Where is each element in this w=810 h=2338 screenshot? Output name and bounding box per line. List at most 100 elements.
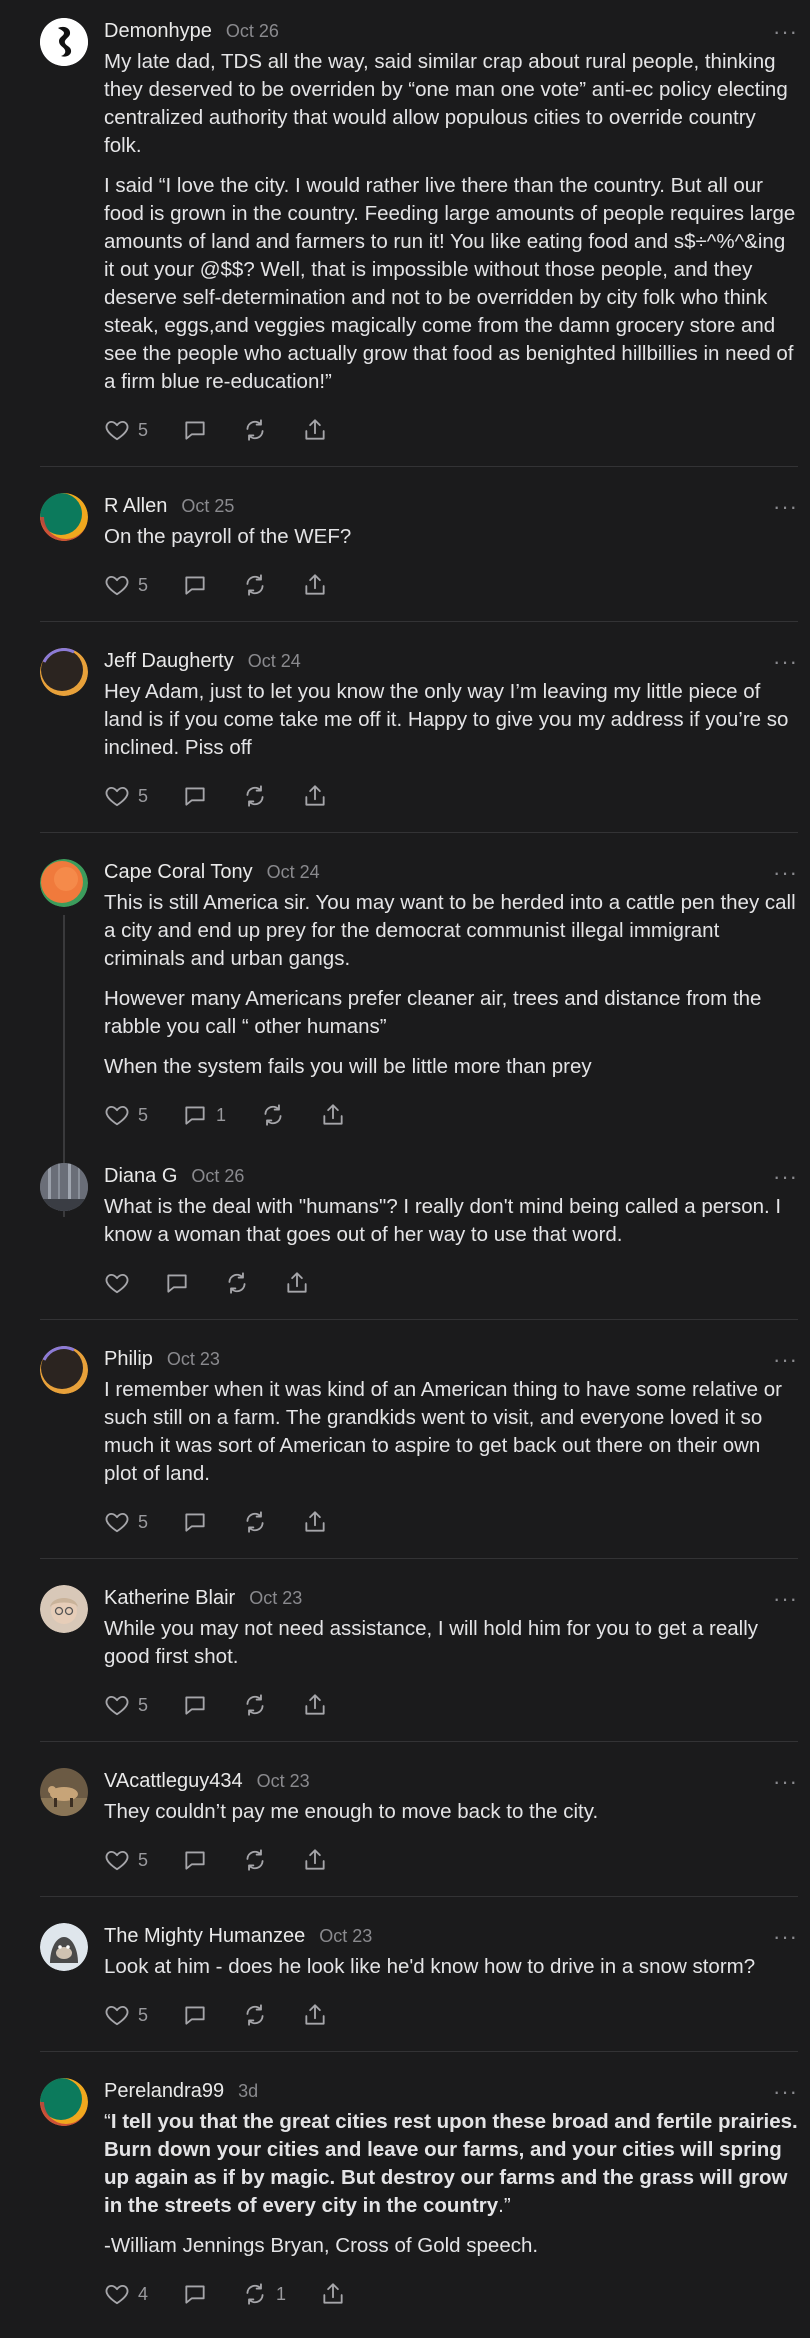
comment-date[interactable]: Oct 23 <box>257 1771 310 1792</box>
paragraph: My late dad, TDS all the way, said simil… <box>104 50 788 157</box>
comment: ··· Katherine Blair Oct 23 While you may… <box>0 1559 810 1725</box>
comment-reply: ··· Diana G Oct 26 What is the deal with… <box>0 1135 810 1303</box>
like-button[interactable]: 5 <box>104 1692 148 1718</box>
share-button[interactable] <box>320 1102 346 1128</box>
reply-button[interactable] <box>182 1847 208 1873</box>
paragraph: I remember when it was kind of an Americ… <box>104 1378 782 1485</box>
restack-button[interactable] <box>224 1270 250 1296</box>
restack-button[interactable] <box>242 1847 268 1873</box>
restack-button[interactable] <box>260 1102 286 1128</box>
share-button[interactable] <box>302 1847 328 1873</box>
more-icon[interactable]: ··· <box>773 2081 798 2103</box>
paragraph: When the system fails you will be little… <box>104 1055 592 1078</box>
share-icon <box>302 783 328 809</box>
like-button[interactable]: 5 <box>104 417 148 443</box>
more-icon[interactable]: ··· <box>773 1166 798 1188</box>
avatar[interactable] <box>40 859 88 907</box>
like-button[interactable] <box>104 1270 130 1296</box>
action-bar: 5 <box>104 1995 798 2035</box>
like-count: 5 <box>138 574 149 595</box>
reply-button[interactable] <box>182 1692 208 1718</box>
avatar[interactable] <box>40 1768 88 1816</box>
author-name[interactable]: Jeff Daugherty <box>104 650 234 673</box>
more-icon[interactable]: ··· <box>773 1926 798 1948</box>
reply-button[interactable]: 1 <box>182 1102 226 1128</box>
share-button[interactable] <box>302 572 328 598</box>
avatar[interactable] <box>40 1163 88 1211</box>
restack-button[interactable] <box>242 572 268 598</box>
action-bar: 5 <box>104 1502 798 1542</box>
like-button[interactable]: 5 <box>104 1102 148 1128</box>
more-icon[interactable]: ··· <box>773 862 798 884</box>
avatar[interactable] <box>40 648 88 696</box>
comment-date[interactable]: Oct 24 <box>248 651 301 672</box>
more-icon[interactable]: ··· <box>773 1349 798 1371</box>
author-name[interactable]: Perelandra99 <box>104 2080 224 2103</box>
reply-button[interactable] <box>182 417 208 443</box>
like-count: 5 <box>138 785 149 806</box>
more-icon[interactable]: ··· <box>773 496 798 518</box>
reply-button[interactable] <box>182 2281 208 2307</box>
paragraph: They couldn’t pay me enough to move back… <box>104 1800 599 1823</box>
reply-button[interactable] <box>182 1509 208 1535</box>
like-button[interactable]: 5 <box>104 572 148 598</box>
reply-button[interactable] <box>164 1270 190 1296</box>
share-button[interactable] <box>302 417 328 443</box>
share-button[interactable] <box>302 1509 328 1535</box>
share-button[interactable] <box>284 1270 310 1296</box>
share-icon <box>302 572 328 598</box>
share-button[interactable] <box>302 2002 328 2028</box>
more-icon[interactable]: ··· <box>773 21 798 43</box>
comment: ··· VAcattleguy434 Oct 23 They couldn’t … <box>0 1742 810 1880</box>
share-button[interactable] <box>302 1692 328 1718</box>
comment-date[interactable]: Oct 26 <box>226 21 279 42</box>
restack-button[interactable] <box>242 417 268 443</box>
avatar[interactable] <box>40 493 88 541</box>
paragraph: I said “I love the city. I would rather … <box>104 174 796 393</box>
author-name[interactable]: Philip <box>104 1348 153 1371</box>
more-icon[interactable]: ··· <box>773 1771 798 1793</box>
restack-button[interactable] <box>242 783 268 809</box>
comment-date[interactable]: Oct 23 <box>319 1926 372 1947</box>
comment-date[interactable]: Oct 23 <box>167 1349 220 1370</box>
restack-icon <box>242 1847 268 1873</box>
like-button[interactable]: 4 <box>104 2281 148 2307</box>
comment-date[interactable]: 3d <box>238 2081 258 2102</box>
comment-date[interactable]: Oct 26 <box>191 1166 244 1187</box>
share-button[interactable] <box>302 783 328 809</box>
author-name[interactable]: VAcattleguy434 <box>104 1770 243 1793</box>
author-name[interactable]: R Allen <box>104 495 167 518</box>
restack-button[interactable] <box>242 2002 268 2028</box>
avatar[interactable] <box>40 1923 88 1971</box>
comment-date[interactable]: Oct 25 <box>181 496 234 517</box>
share-button[interactable] <box>320 2281 346 2307</box>
paragraph: This is still America sir. You may want … <box>104 891 796 970</box>
author-name[interactable]: Katherine Blair <box>104 1587 235 1610</box>
author-name[interactable]: Diana G <box>104 1165 177 1188</box>
avatar[interactable] <box>40 1346 88 1394</box>
like-button[interactable]: 5 <box>104 1847 148 1873</box>
comment-date[interactable]: Oct 23 <box>249 1588 302 1609</box>
reply-button[interactable] <box>182 2002 208 2028</box>
author-name[interactable]: The Mighty Humanzee <box>104 1925 305 1948</box>
more-icon[interactable]: ··· <box>773 651 798 673</box>
restack-icon <box>242 783 268 809</box>
comment-thread: ··· Cape Coral Tony Oct 24 This is still… <box>0 833 810 1303</box>
more-icon[interactable]: ··· <box>773 1588 798 1610</box>
restack-button[interactable] <box>242 1509 268 1535</box>
avatar[interactable] <box>40 1585 88 1633</box>
avatar[interactable] <box>40 18 88 66</box>
author-name[interactable]: Cape Coral Tony <box>104 861 253 884</box>
like-button[interactable]: 5 <box>104 783 148 809</box>
restack-button[interactable]: 1 <box>242 2281 286 2307</box>
comment: ··· Demonhype Oct 26 My late dad, TDS al… <box>0 0 810 450</box>
like-button[interactable]: 5 <box>104 1509 148 1535</box>
like-count: 4 <box>138 2283 149 2304</box>
avatar[interactable] <box>40 2078 88 2126</box>
reply-button[interactable] <box>182 783 208 809</box>
restack-button[interactable] <box>242 1692 268 1718</box>
like-button[interactable]: 5 <box>104 2002 148 2028</box>
comment-date[interactable]: Oct 24 <box>267 862 320 883</box>
author-name[interactable]: Demonhype <box>104 20 212 43</box>
reply-button[interactable] <box>182 572 208 598</box>
